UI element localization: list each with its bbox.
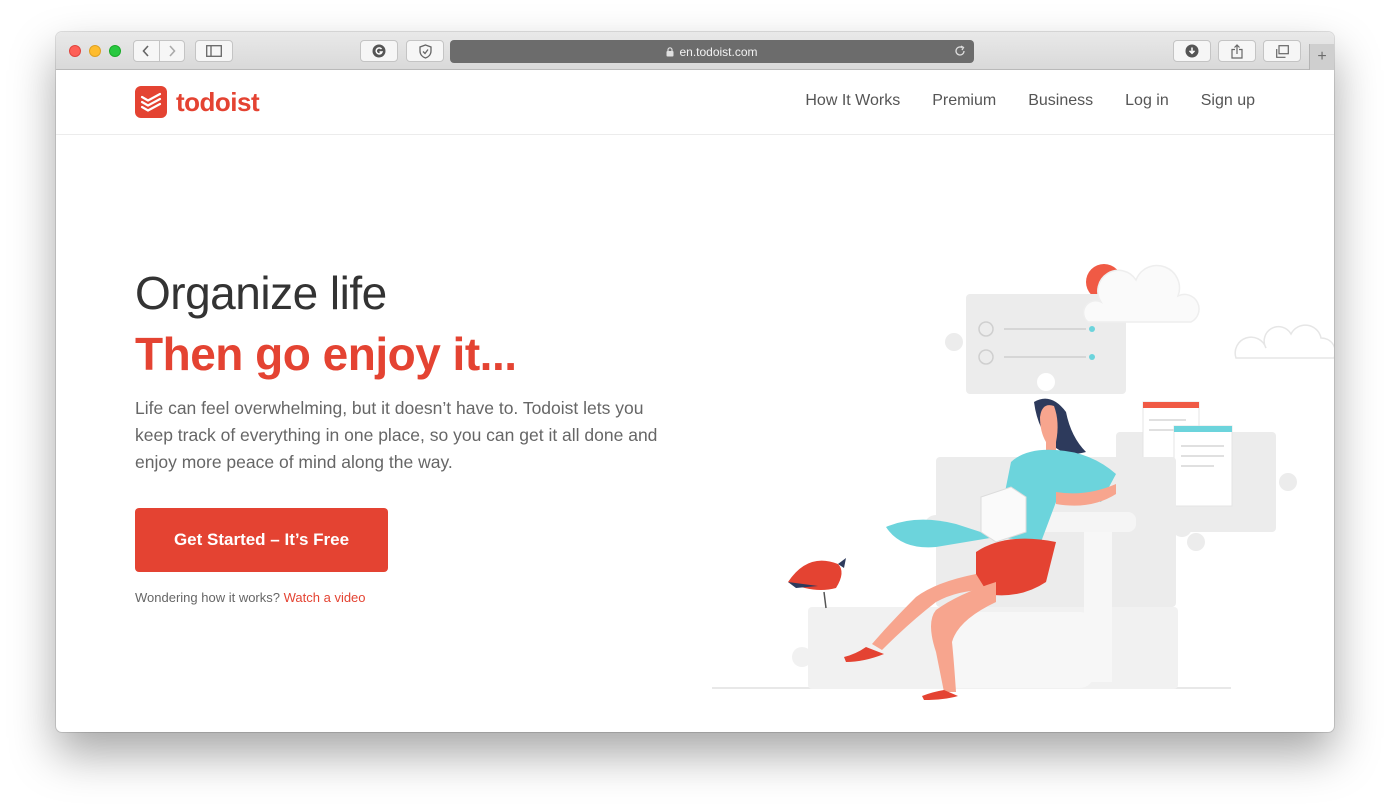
hero-description: Life can feel overwhelming, but it doesn… — [135, 398, 658, 472]
small-cloud-icon — [1234, 324, 1334, 359]
hero-subtitle: Then go enjoy it... — [135, 328, 517, 380]
get-started-button[interactable]: Get Started – It’s Free — [135, 508, 388, 572]
new-tab-button[interactable]: + — [1309, 44, 1334, 70]
zoom-window-button[interactable] — [109, 45, 121, 57]
browser-toolbar: en.todoist.com + — [56, 32, 1334, 70]
url-text: en.todoist.com — [679, 44, 758, 59]
reload-icon[interactable] — [954, 45, 966, 60]
forward-arrow-icon — [169, 45, 176, 57]
helper-question: Wondering how it works? — [135, 590, 280, 605]
main-nav: How It Works Premium Business Log in Sig… — [773, 92, 1255, 110]
hero-illustration — [712, 264, 1334, 717]
back-arrow-icon — [142, 45, 149, 57]
share-icon — [1231, 43, 1243, 59]
privacy-extension-button[interactable] — [406, 40, 444, 62]
history-nav — [133, 40, 185, 62]
sidebar-button[interactable] — [195, 40, 233, 62]
site-header: todoist How It Works Premium Business Lo… — [56, 70, 1334, 135]
close-window-button[interactable] — [69, 45, 81, 57]
nav-premium[interactable]: Premium — [932, 92, 996, 110]
browser-window: en.todoist.com + todoist How It Works Pr… — [56, 32, 1334, 732]
grammarly-icon — [372, 44, 386, 58]
back-button[interactable] — [134, 41, 159, 61]
todoist-logo-icon — [135, 86, 167, 118]
show-tabs-button[interactable] — [1263, 40, 1301, 62]
nav-log-in[interactable]: Log in — [1125, 92, 1169, 110]
helper-text: Wondering how it works? Watch a video — [135, 590, 366, 605]
nav-how-it-works[interactable]: How It Works — [805, 92, 900, 110]
bird-icon — [788, 558, 846, 609]
address-bar[interactable]: en.todoist.com — [450, 40, 974, 63]
share-button[interactable] — [1218, 40, 1256, 62]
grammarly-extension-button[interactable] — [360, 40, 398, 62]
sidebar-icon — [206, 45, 222, 57]
nav-sign-up[interactable]: Sign up — [1201, 92, 1255, 110]
lock-icon — [666, 46, 674, 57]
minimize-window-button[interactable] — [89, 45, 101, 57]
hero-title: Organize life — [135, 267, 387, 319]
logo-text: todoist — [176, 86, 260, 117]
todoist-logo[interactable]: todoist — [135, 86, 260, 118]
watch-video-link[interactable]: Watch a video — [284, 590, 366, 605]
forward-button[interactable] — [158, 41, 185, 61]
nav-business[interactable]: Business — [1028, 92, 1093, 110]
shield-icon — [418, 43, 432, 59]
plus-icon: + — [1317, 48, 1327, 65]
downloads-button[interactable] — [1173, 40, 1211, 62]
download-icon — [1185, 44, 1199, 58]
tabs-icon — [1275, 44, 1289, 58]
